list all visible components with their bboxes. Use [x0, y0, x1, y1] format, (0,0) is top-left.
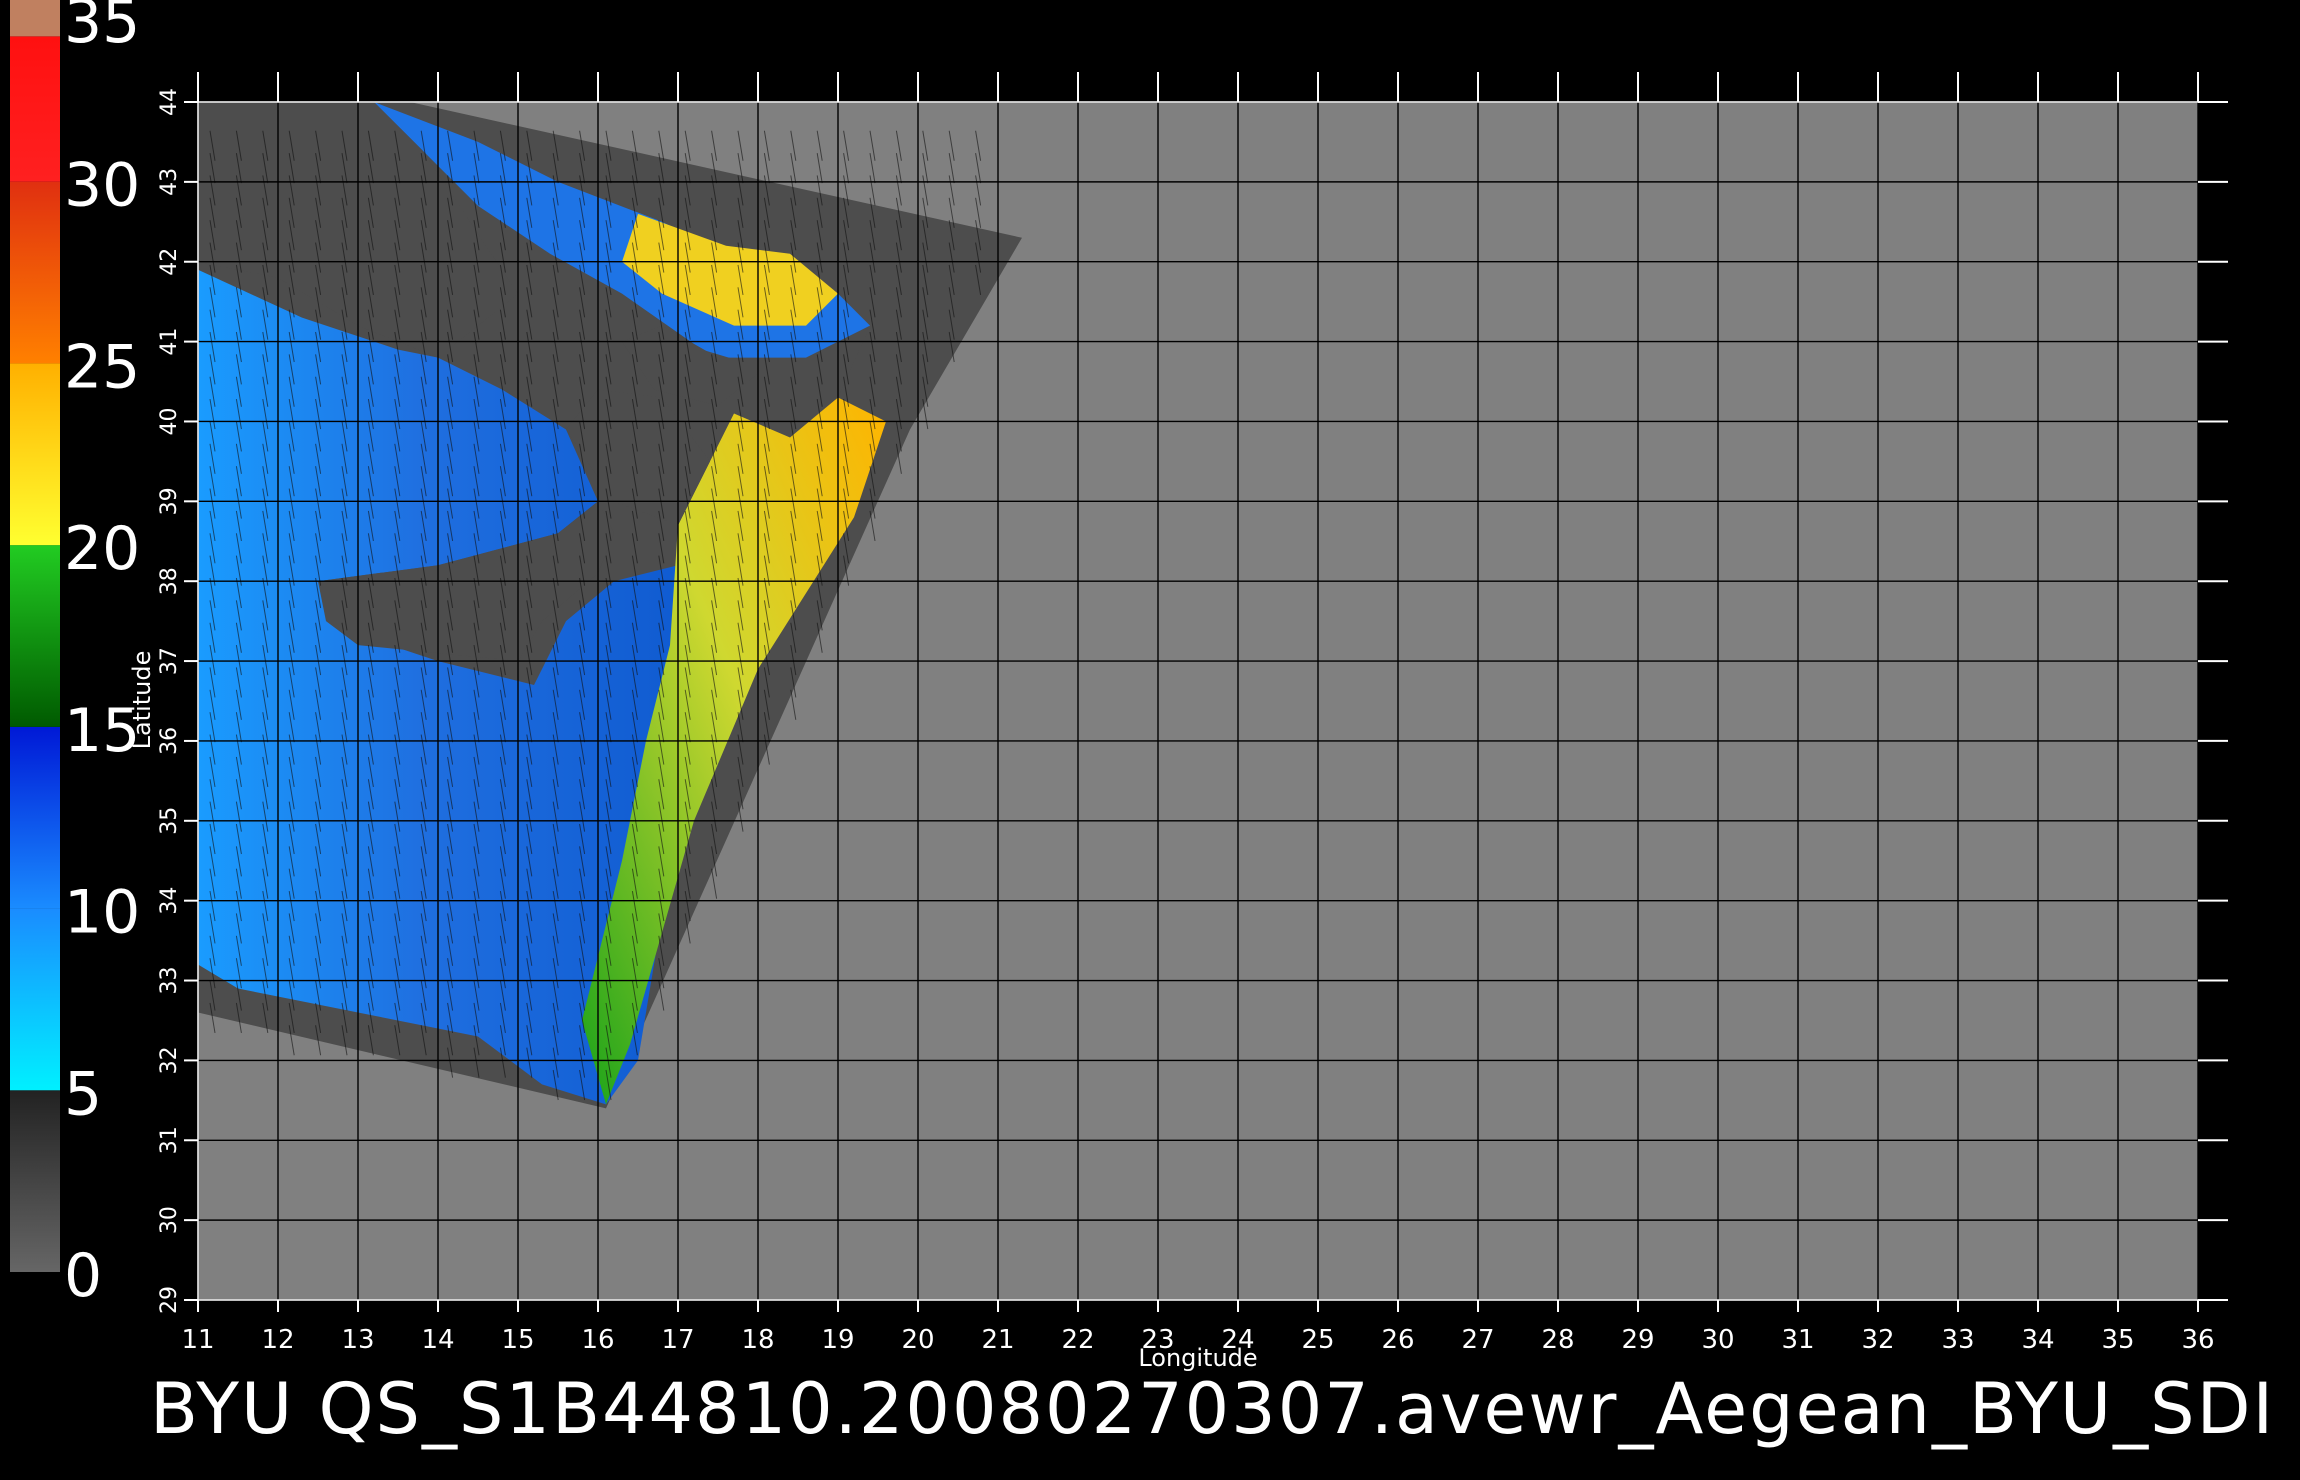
x-tick-label: 32: [1861, 1325, 1894, 1355]
colorbar-band: [10, 181, 60, 364]
x-tick-label: 20: [901, 1325, 934, 1355]
y-axis-ticks: 29 30 31 32 33 34 35 36 37 38 39 40 41 42 43 44: [157, 88, 182, 1314]
colorbar-tick-label: 20: [64, 514, 140, 584]
colorbar-band: [10, 0, 60, 37]
y-tick-label: 41: [157, 328, 182, 356]
y-tick-label: 42: [157, 248, 182, 276]
y-tick-label: 32: [157, 1046, 182, 1074]
x-tick-label: 18: [741, 1325, 774, 1355]
x-tick-label: 30: [1701, 1325, 1734, 1355]
colorbar-band: [10, 1090, 60, 1272]
x-tick-label: 27: [1461, 1325, 1494, 1355]
y-axis-label: Latitude: [128, 651, 156, 750]
colorbar-tick-label: 0: [64, 1241, 102, 1311]
y-tick-label: 29: [157, 1286, 182, 1314]
colorbar-band: [10, 908, 60, 1091]
x-tick-label: 29: [1621, 1325, 1654, 1355]
colorbar-band: [10, 726, 60, 909]
x-tick-label: 22: [1061, 1325, 1094, 1355]
x-tick-label: 13: [341, 1325, 374, 1355]
y-tick-label: 31: [157, 1126, 182, 1154]
x-tick-label: 33: [1941, 1325, 1974, 1355]
x-tick-label: 26: [1381, 1325, 1414, 1355]
colorbar-band: [10, 363, 60, 546]
x-tick-label: 35: [2101, 1325, 2134, 1355]
x-tick-label: 12: [261, 1325, 294, 1355]
image-caption: BYU QS_S1B44810.20080270307.avewr_Aegean…: [150, 1368, 2276, 1450]
x-tick-label: 21: [981, 1325, 1014, 1355]
wind-speed-map-chart: 05101520253035 11 12 13 14 15 16 17 18 19 20 21 22 2…: [10, 0, 2228, 1372]
y-tick-label: 33: [157, 967, 182, 995]
y-tick-label: 40: [157, 407, 182, 435]
y-tick-label: 44: [157, 88, 182, 116]
y-tick-label: 35: [157, 807, 182, 835]
colorbar-tick-label: 10: [64, 878, 140, 948]
y-tick-label: 30: [157, 1206, 182, 1234]
x-tick-label: 34: [2021, 1325, 2054, 1355]
colorbar: [10, 0, 60, 1272]
y-tick-label: 37: [157, 647, 182, 675]
y-tick-label: 36: [157, 727, 182, 755]
x-tick-label: 11: [181, 1325, 214, 1355]
x-tick-label: 19: [821, 1325, 854, 1355]
x-tick-label: 14: [421, 1325, 454, 1355]
x-tick-label: 15: [501, 1325, 534, 1355]
y-tick-label: 39: [157, 487, 182, 515]
x-tick-label: 25: [1301, 1325, 1334, 1355]
y-tick-label: 38: [157, 567, 182, 595]
y-tick-label: 43: [157, 168, 182, 196]
colorbar-tick-label: 30: [64, 151, 140, 221]
x-tick-label: 31: [1781, 1325, 1814, 1355]
x-tick-label: 16: [581, 1325, 614, 1355]
y-tick-label: 34: [157, 887, 182, 915]
x-tick-label: 28: [1541, 1325, 1574, 1355]
colorbar-tick-label: 35: [64, 0, 140, 57]
x-tick-label: 36: [2181, 1325, 2214, 1355]
colorbar-tick-label: 5: [64, 1059, 102, 1129]
colorbar-band: [10, 36, 60, 182]
colorbar-tick-label: 25: [64, 332, 140, 402]
x-tick-label: 17: [661, 1325, 694, 1355]
colorbar-band: [10, 545, 60, 727]
